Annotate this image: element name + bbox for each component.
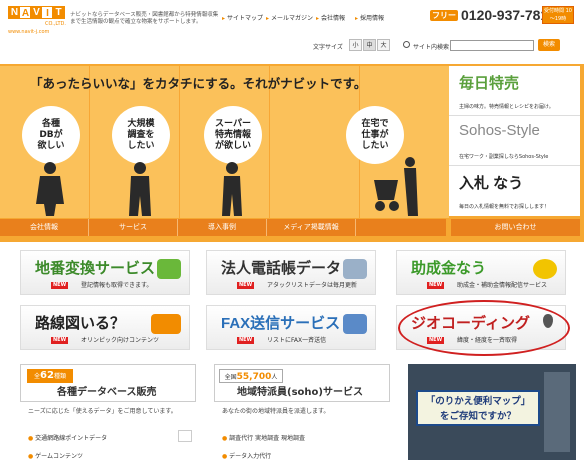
recruit-link[interactable]: 採用情報 <box>355 13 384 22</box>
banner-houjin[interactable]: 法人電話帳データ NEW アタックリストデータは毎月更新 <box>206 250 376 295</box>
arrow-icon <box>157 259 181 279</box>
card-title: 各種データベース販売 <box>57 387 157 398</box>
highlight-ellipse <box>398 300 570 356</box>
font-size-label: 文字サイズ <box>313 44 343 51</box>
banner-desc: オリンピック向けコンテンツ <box>81 337 160 344</box>
nav-media[interactable]: メディア掲載情報 <box>267 219 356 236</box>
speech-bubble: 各種 DBが 欲しい <box>22 106 80 164</box>
side-item-nyusatsu[interactable]: 入札 なう 毎日の入札情報を無料でお探しします！ <box>449 166 580 216</box>
banner-desc: 登記情報も取得できます。 <box>81 282 153 289</box>
nav-contact <box>356 219 445 236</box>
card-title: 地域特派員(soho)サービス <box>237 387 363 398</box>
logo-letter: T <box>52 6 65 19</box>
fax-icon <box>343 314 367 334</box>
mascot-icon <box>533 259 557 279</box>
person-db[interactable]: 各種 DBが 欲しい <box>22 100 84 216</box>
nav-contact-button[interactable]: お問い合わせ <box>451 219 580 236</box>
person-survey[interactable]: 大規模 調査を したい <box>112 100 174 216</box>
banner-desc: 助成金・補助金情報配信サービス <box>457 282 548 289</box>
navit-logo[interactable]: N A V I T CO.,LTD. www.navit-j.com <box>8 6 66 50</box>
card-link[interactable]: データ入力代行 <box>222 451 271 460</box>
count-badge: 全62種類 <box>27 369 73 383</box>
arrow-up-button[interactable] <box>178 430 192 442</box>
banner-chiban[interactable]: 地番変換サービス NEW 登記情報も取得できます。 <box>20 250 190 295</box>
banner-title: FAX送信サービス <box>221 315 341 332</box>
businessman-silhouette-icon <box>129 162 151 216</box>
new-badge: NEW <box>237 282 255 289</box>
logo-url: www.navit-j.com <box>8 29 50 35</box>
search-input[interactable] <box>450 40 534 51</box>
map-callout: 「のりかえ便利マップ」 をご存知ですか？ <box>416 390 540 426</box>
banner-desc: リストにFAX一斉送信 <box>267 337 327 344</box>
card-link[interactable]: 調査代行 実地調査 現地調査 <box>222 433 305 442</box>
businessman-silhouette-icon <box>222 162 242 216</box>
banner-desc: アタックリストデータは毎月更新 <box>267 282 358 289</box>
side-desc: 主婦の味方。特売情報とレシピをお届け。 <box>459 104 554 110</box>
person-supermarket[interactable]: スーパー 特売情報 が欲しい <box>204 100 266 216</box>
side-title: Sohos-Style <box>459 122 540 139</box>
new-badge: NEW <box>51 337 69 344</box>
woman-stroller-icon <box>374 157 418 216</box>
banner-fax[interactable]: FAX送信サービス NEW リストにFAX一斉送信 <box>206 305 376 350</box>
businessman-silhouette-icon <box>36 162 64 216</box>
banner-title: 法人電話帳データ <box>221 260 342 277</box>
new-badge: NEW <box>51 282 69 289</box>
banner-rosenzu[interactable]: 路線図いる？ NEW オリンピック向けコンテンツ <box>20 305 190 350</box>
banner-joseikin[interactable]: 助成金なう NEW 助成金・補助金情報配信サービス <box>396 250 566 295</box>
card-link[interactable]: ゲームコンテンツ <box>28 451 83 460</box>
nav-cases[interactable]: 導入事例 <box>178 219 267 236</box>
sitemap-link[interactable]: サイトマップ <box>222 13 263 22</box>
banner-title: 助成金なう <box>411 260 487 277</box>
nav-service[interactable]: サービス <box>89 219 178 236</box>
search-label: サイト内検索 <box>413 44 450 51</box>
train-icon <box>151 314 181 334</box>
card-desc: ニーズに応じた「使えるデータ」をご用意しています。 <box>28 408 177 415</box>
new-badge: NEW <box>237 337 255 344</box>
station-photo <box>544 372 570 452</box>
search-button[interactable]: 検索 <box>538 39 560 51</box>
card-link[interactable]: 交通網路線ポイントデータ <box>28 433 107 442</box>
nav-company[interactable]: 会社情報 <box>0 219 89 236</box>
new-badge: NEW <box>427 282 445 289</box>
count-badge: 全国55,700人 <box>219 369 283 383</box>
banner-title: 路線図いる？ <box>35 315 126 332</box>
search-icon <box>403 41 410 48</box>
service-side-panel: 毎日特売 主婦の味方。特売情報とレシピをお届け。 Sohos-Style 在宅ワ… <box>449 66 580 216</box>
person-homework[interactable]: 在宅で 仕事が したい <box>346 100 418 216</box>
map-banner[interactable]: 「のりかえ便利マップ」 をご存知ですか？ <box>408 364 576 460</box>
phone-text: 0120-937-781 <box>461 7 549 23</box>
freedial-icon: フリー <box>430 10 458 21</box>
phone-number[interactable]: フリー 0120-937-781 <box>430 7 548 23</box>
mailmag-link[interactable]: メールマガジン <box>266 13 313 22</box>
side-item-sohos[interactable]: Sohos-Style 在宅ワーク・副業探しならSohos-Style <box>449 116 580 166</box>
speech-bubble: スーパー 特売情報 が欲しい <box>204 106 262 164</box>
company-link[interactable]: 会社情報 <box>316 13 345 22</box>
hero-nav: 会社情報 サービス 導入事例 メディア掲載情報 <box>0 219 446 236</box>
card-desc: あなたの街の地域特派員を派遣します。 <box>222 408 330 415</box>
business-hours: 受付時間 10～19時 <box>542 6 574 24</box>
speech-bubble: 大規模 調査を したい <box>112 106 170 164</box>
card-database[interactable]: 全62種類 各種データベース販売 <box>20 364 196 402</box>
font-small-button[interactable]: 小 <box>349 39 362 51</box>
font-large-button[interactable]: 大 <box>377 39 390 51</box>
logo-co: CO.,LTD. <box>45 21 66 27</box>
phone-icon <box>343 259 367 279</box>
font-medium-button[interactable]: 中 <box>363 39 376 51</box>
hero-title: 「あったらいいな」をカタチにする。それがナビットです。 <box>30 76 367 91</box>
side-desc: 在宅ワーク・副業探しならSohos-Style <box>459 154 549 160</box>
tagline: ナビットならデータベース販売・図書館都から特発情報収集まで生活情報の観点で確立な… <box>70 12 219 25</box>
side-item-tokubai[interactable]: 毎日特売 主婦の味方。特売情報とレシピをお届け。 <box>449 66 580 116</box>
banner-title: 地番変換サービス <box>35 260 156 277</box>
side-desc: 毎日の入札情報を無料でお探しします！ <box>459 204 550 210</box>
side-title: 入札 なう <box>459 175 524 192</box>
side-title: 毎日特売 <box>459 75 520 92</box>
card-sohos[interactable]: 全国55,700人 地域特派員(soho)サービス <box>214 364 390 402</box>
